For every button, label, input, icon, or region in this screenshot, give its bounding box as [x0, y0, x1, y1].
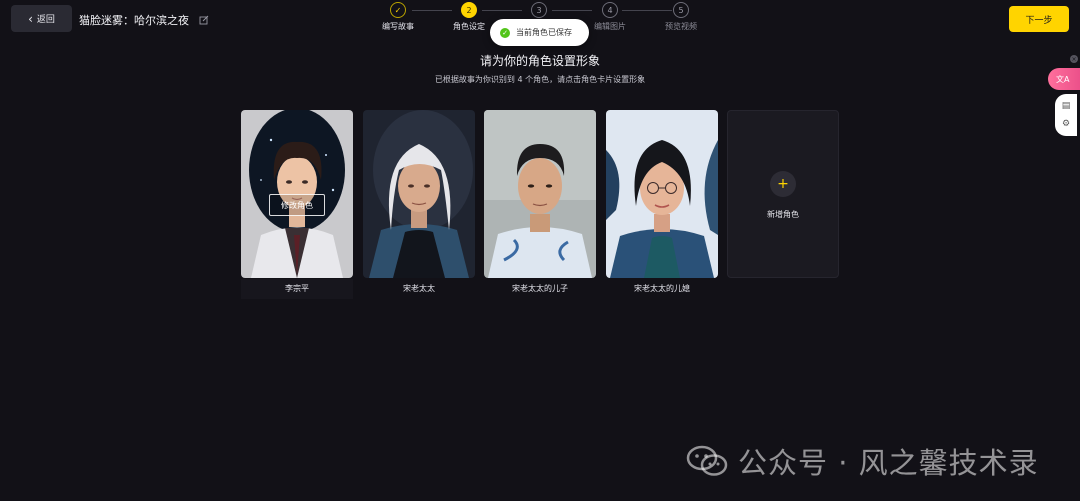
page-heading: 请为你的角色设置形象 [479, 54, 600, 68]
step-label: 预览视频 [665, 22, 697, 31]
step-check-icon: ✓ [390, 2, 406, 18]
step-edit-images[interactable]: 4 编辑图片 [580, 2, 640, 32]
step-write-story[interactable]: ✓ 编写故事 [368, 2, 428, 32]
gear-icon[interactable]: ⚙ [1062, 119, 1070, 129]
step-label: 编辑图片 [594, 22, 626, 31]
success-check-icon: ✓ [500, 27, 510, 38]
saved-toast: ✓ 当前角色已保存 [490, 19, 589, 46]
character-card[interactable] [484, 110, 596, 278]
document-icon[interactable]: ▤ [1062, 101, 1071, 111]
story-title-group: 猫脸迷雾：哈尔滨之夜 [79, 12, 209, 28]
edit-title-icon[interactable] [199, 15, 209, 25]
character-card[interactable] [606, 110, 718, 278]
watermark: 公众号 · 风之馨技术录 [686, 440, 1039, 482]
add-character-card[interactable]: + 新增角色 [727, 110, 839, 278]
step-label: 角色设定 [453, 22, 485, 31]
translate-icon: 文A [1056, 74, 1070, 84]
next-step-button[interactable]: 下一步 [1009, 6, 1069, 32]
close-icon[interactable]: × [1070, 55, 1078, 63]
step-number: 5 [673, 2, 689, 18]
character-portrait [484, 110, 596, 278]
character-name: 李宗平 [241, 279, 353, 299]
character-portrait [363, 110, 475, 278]
side-tool-stack: ▤ ⚙ [1055, 94, 1077, 136]
step-preview-video[interactable]: 5 预览视频 [651, 2, 711, 32]
chevron-left-icon: ‹ [28, 11, 33, 26]
step-number: 2 [461, 2, 477, 18]
character-name: 宋老太太的儿子 [512, 284, 568, 293]
wechat-logo-icon [686, 445, 728, 476]
character-card[interactable] [363, 110, 475, 278]
modify-character-button[interactable]: 修改角色 [269, 194, 325, 216]
toast-text: 当前角色已保存 [516, 28, 572, 37]
add-character-label: 新增角色 [767, 210, 799, 219]
back-label: 返回 [36, 15, 55, 25]
story-title: 猫脸迷雾：哈尔滨之夜 [79, 14, 189, 27]
step-number: 3 [531, 2, 547, 18]
character-card[interactable]: 修改角色 [241, 110, 353, 278]
plus-icon: + [770, 171, 796, 197]
character-name: 宋老太太的儿媳 [634, 284, 690, 293]
watermark-text: 公众号 · 风之馨技术录 [738, 446, 1039, 480]
translate-button[interactable]: 文A [1048, 68, 1080, 90]
character-name: 宋老太太 [403, 284, 435, 293]
step-number: 4 [602, 2, 618, 18]
back-button[interactable]: ‹ 返回 [11, 5, 72, 32]
character-portrait [606, 110, 718, 278]
step-label: 编写故事 [382, 22, 414, 31]
page-subheading: 已根据故事为你识别到 4 个角色，请点击角色卡片设置形象 [434, 75, 646, 84]
